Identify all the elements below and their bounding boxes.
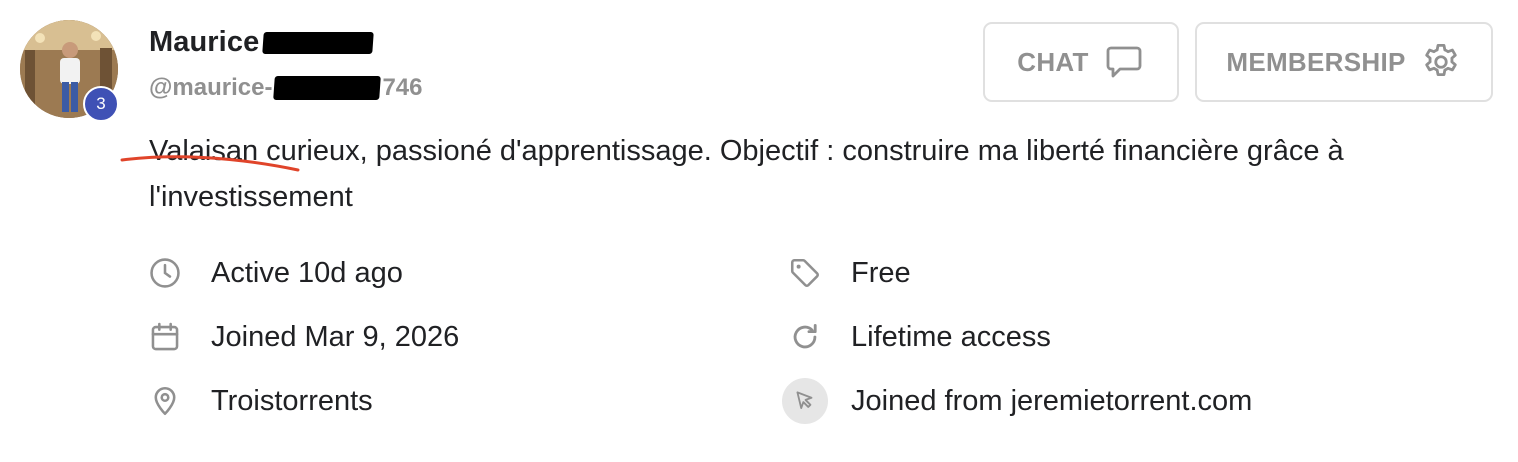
membership-button[interactable]: MEMBERSHIP bbox=[1195, 22, 1493, 102]
redaction-mark bbox=[273, 76, 382, 100]
joined-row: Joined Mar 9, 2026 bbox=[147, 319, 459, 355]
joined-text: Joined Mar 9, 2026 bbox=[211, 320, 460, 353]
member-name-row: Maurice bbox=[149, 26, 375, 59]
refresh-icon bbox=[787, 319, 823, 355]
access-text: Lifetime access bbox=[851, 320, 1051, 353]
member-name: Maurice bbox=[149, 26, 260, 58]
activity-text: Active 10d ago bbox=[211, 256, 403, 289]
chat-bubble-icon bbox=[1106, 46, 1142, 78]
gear-icon bbox=[1424, 43, 1457, 76]
access-row: Lifetime access bbox=[787, 319, 1051, 355]
source-row: Joined from jeremietorrent.com bbox=[782, 378, 1253, 424]
map-pin-icon bbox=[147, 383, 183, 419]
member-handle-prefix: @maurice- bbox=[149, 74, 273, 101]
chat-button-label: CHAT bbox=[1017, 46, 1089, 77]
clock-icon bbox=[147, 255, 183, 291]
calendar-icon bbox=[147, 319, 183, 355]
tag-icon bbox=[787, 255, 823, 291]
location-text: Troistorrents bbox=[211, 384, 373, 417]
member-bio: Valaisan curieux, passioné d'apprentissa… bbox=[149, 135, 1344, 213]
cursor-pointer-icon bbox=[782, 378, 828, 424]
redaction-mark bbox=[262, 31, 375, 54]
membership-button-label: MEMBERSHIP bbox=[1226, 46, 1406, 77]
member-profile-card: 3 Maurice @maurice- 746 CHAT MEMBERSHIP … bbox=[0, 0, 1518, 462]
chat-button[interactable]: CHAT bbox=[983, 22, 1179, 102]
member-handle-row: @maurice- 746 bbox=[149, 74, 423, 102]
location-row: Troistorrents bbox=[147, 383, 373, 419]
price-text: Free bbox=[851, 256, 911, 289]
activity-row: Active 10d ago bbox=[147, 255, 403, 291]
source-text: Joined from jeremietorrent.com bbox=[851, 384, 1253, 417]
price-row: Free bbox=[787, 255, 911, 291]
member-handle-suffix: 746 bbox=[382, 74, 423, 101]
level-badge: 3 bbox=[83, 86, 119, 122]
